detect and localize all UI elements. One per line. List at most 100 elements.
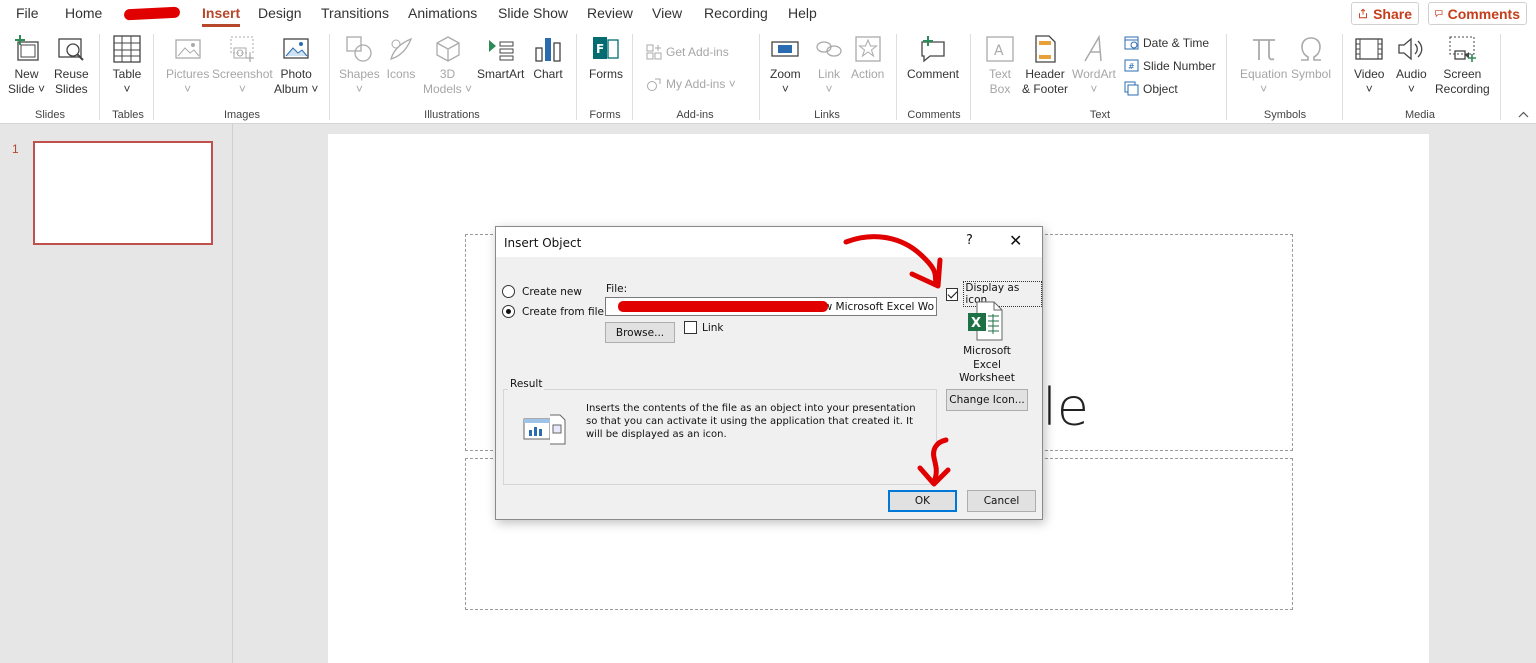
group-separator (632, 34, 633, 120)
create-from-file-radio[interactable] (502, 305, 515, 318)
group-tables-label: Tables (112, 109, 144, 121)
icons-button[interactable]: Icons (386, 34, 416, 82)
icons-icon (390, 37, 413, 60)
comment-button[interactable]: Comment (907, 34, 959, 82)
link-option[interactable]: Link (684, 321, 724, 334)
screenshot-button[interactable]: Screenshot ˅ (212, 34, 273, 97)
photo-album-icon (283, 38, 309, 59)
shapes-icon (346, 36, 372, 62)
cube-icon (435, 36, 460, 62)
object-button[interactable]: Object (1124, 81, 1178, 96)
date-time-button[interactable]: Date & Time (1124, 35, 1209, 50)
create-new-radio[interactable] (502, 285, 515, 298)
reuse-slides-icon (58, 38, 85, 61)
group-separator (329, 34, 330, 120)
table-button[interactable]: Table ˅ (112, 34, 142, 97)
group-separator (1342, 34, 1343, 120)
video-icon (1355, 38, 1383, 60)
result-description: Inserts the contents of the file as an o… (586, 403, 916, 440)
audio-button[interactable]: Audio ˅ (1396, 34, 1427, 97)
3d-models-button[interactable]: 3D Models ˅ (423, 34, 472, 97)
change-icon-button[interactable]: Change Icon... (946, 389, 1028, 411)
cancel-button[interactable]: Cancel (967, 490, 1036, 512)
pictures-icon (175, 39, 201, 59)
pi-icon (1252, 39, 1275, 61)
shapes-button[interactable]: Shapes ˅ (339, 34, 380, 97)
smartart-icon (488, 40, 514, 61)
tab-insert[interactable]: Insert (202, 5, 241, 27)
wordart-button[interactable]: WordArt ˅ (1072, 34, 1116, 97)
chart-icon (535, 38, 561, 62)
comments-button[interactable]: Comments (1428, 2, 1527, 25)
tab-design[interactable]: Design (258, 5, 302, 21)
embedded-object-icon (523, 414, 566, 445)
tab-view[interactable]: View (652, 5, 682, 21)
zoom-button[interactable]: Zoom ˅ (770, 34, 801, 97)
group-comments-label: Comments (907, 109, 961, 121)
slide-number-button[interactable]: # Slide Number (1124, 58, 1216, 73)
create-from-file-option[interactable]: Create from file (502, 305, 604, 318)
pictures-button[interactable]: Pictures ˅ (166, 34, 209, 97)
create-new-label: Create new (522, 285, 582, 298)
create-new-option[interactable]: Create new (502, 285, 582, 298)
svg-text:F: F (596, 42, 604, 56)
video-button[interactable]: Video ˅ (1354, 34, 1384, 97)
header-footer-icon (1035, 35, 1056, 63)
tab-transitions[interactable]: Transitions (321, 5, 389, 21)
new-slide-button[interactable]: New Slide ˅ (8, 34, 45, 97)
tab-slide-show[interactable]: Slide Show (498, 5, 568, 21)
symbol-button[interactable]: Symbol (1291, 34, 1331, 82)
help-button[interactable]: ? (966, 233, 973, 248)
file-label: File: (606, 283, 628, 295)
slide-number-icon: # (1124, 59, 1139, 72)
link-button[interactable]: Link ˅ (814, 34, 844, 97)
slide-thumbnails-pane: 1 (0, 124, 233, 663)
group-separator (970, 34, 971, 120)
group-separator (1500, 34, 1501, 120)
ok-button[interactable]: OK (888, 490, 957, 512)
tab-review[interactable]: Review (587, 5, 633, 21)
svg-text:A: A (994, 43, 1004, 59)
svg-text:#: # (1128, 62, 1135, 71)
group-links-label: Links (814, 109, 840, 121)
create-from-file-label: Create from file (522, 305, 604, 318)
tab-animations[interactable]: Animations (408, 5, 477, 21)
link-label: Link (702, 321, 724, 334)
tab-help[interactable]: Help (788, 5, 817, 21)
group-separator (153, 34, 154, 120)
group-text-label: Text (1089, 109, 1111, 121)
tab-home[interactable]: Home (65, 5, 102, 21)
close-button[interactable]: ✕ (1009, 231, 1022, 250)
browse-button[interactable]: Browse... (605, 322, 675, 343)
tab-recording[interactable]: Recording (704, 5, 768, 21)
text-box-icon: A (986, 36, 1014, 62)
header-footer-button[interactable]: Header & Footer (1022, 34, 1068, 97)
text-box-button[interactable]: A Text Box (985, 34, 1015, 97)
object-icon (1124, 81, 1139, 96)
slide-thumbnail[interactable] (33, 141, 213, 245)
get-addins-button[interactable]: Get Add-ins (646, 44, 729, 60)
equation-button[interactable]: Equation ˅ (1240, 34, 1287, 97)
my-addins-button[interactable]: My Add-ins ˅ (646, 76, 736, 92)
group-separator (759, 34, 760, 120)
screen-recording-button[interactable]: Screen Recording (1435, 34, 1490, 97)
chart-button[interactable]: Chart (533, 34, 563, 82)
chevron-up-icon[interactable] (1518, 111, 1529, 118)
new-slide-icon (14, 35, 39, 61)
group-separator (99, 34, 100, 120)
zoom-icon (771, 41, 799, 57)
group-illustrations-label: Illustrations (424, 109, 480, 121)
display-as-icon-checkbox[interactable] (946, 287, 959, 301)
smartart-button[interactable]: SmartArt (477, 34, 524, 82)
insert-object-dialog: Insert Object ? ✕ Create new Create from… (495, 226, 1043, 520)
action-button[interactable]: Action (851, 34, 884, 82)
speaker-icon (1398, 37, 1423, 61)
share-button[interactable]: Share (1351, 2, 1419, 25)
slide-thumbnail-number: 1 (12, 142, 19, 156)
tab-file[interactable]: File (16, 5, 39, 21)
forms-button[interactable]: F Forms (589, 34, 623, 82)
link-checkbox[interactable] (684, 321, 697, 334)
photo-album-button[interactable]: Photo Album ˅ (274, 34, 318, 97)
reuse-slides-button[interactable]: Reuse Slides (54, 34, 89, 97)
comments-label: Comments (1447, 5, 1520, 22)
